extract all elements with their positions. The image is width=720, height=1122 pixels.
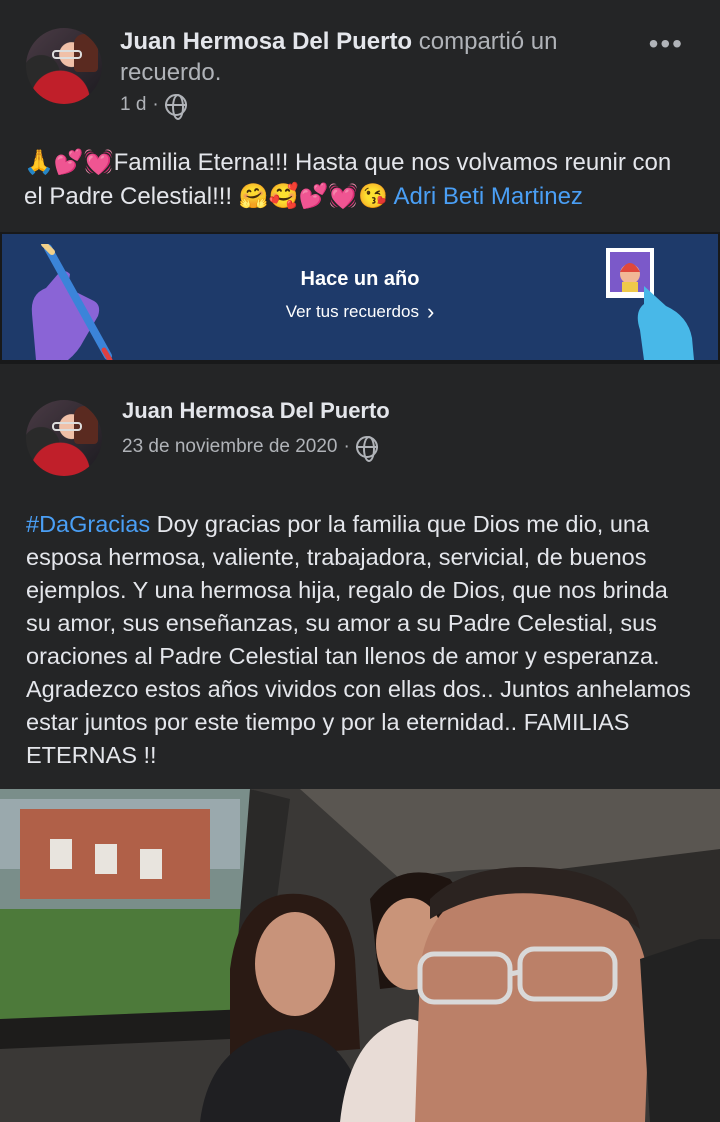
more-options-icon[interactable]: ••• xyxy=(649,28,684,60)
author-name[interactable]: Juan Hermosa Del Puerto xyxy=(122,398,390,424)
avatar[interactable] xyxy=(26,28,102,104)
meta-separator: · xyxy=(343,436,350,457)
post-body-text: Doy gracias por la familia que Dios me d… xyxy=(26,511,691,768)
post-body: #DaGracias Doy gracias por la familia qu… xyxy=(26,508,698,772)
globe-icon[interactable] xyxy=(355,436,378,462)
author-name[interactable]: Juan Hermosa Del Puerto xyxy=(120,28,412,55)
post-caption: 🙏💕💓Familia Eterna!!! Hasta que nos volva… xyxy=(24,146,696,214)
avatar-glasses xyxy=(52,422,82,431)
hand-photo-illustration xyxy=(606,248,694,360)
avatar-glasses xyxy=(52,50,82,59)
post-meta: 23 de noviembre de 2020 · xyxy=(122,436,378,462)
shared-post-card: Juan Hermosa Del Puerto compartió un rec… xyxy=(0,0,720,232)
meta-separator: · xyxy=(152,94,159,115)
memory-banner[interactable]: Hace un año Ver tus recuerdos › xyxy=(2,234,718,360)
post-photo[interactable] xyxy=(0,789,720,1122)
avatar[interactable] xyxy=(26,400,102,476)
globe-icon[interactable] xyxy=(164,94,187,120)
view-memories-label: Ver tus recuerdos xyxy=(285,302,419,321)
original-post-card: Juan Hermosa Del Puerto 23 de noviembre … xyxy=(0,364,720,1122)
post-meta: 1 d · xyxy=(120,94,187,120)
post-date[interactable]: 23 de noviembre de 2020 xyxy=(122,436,338,458)
post-time[interactable]: 1 d xyxy=(120,94,146,116)
post-header: Juan Hermosa Del Puerto compartió un rec… xyxy=(120,26,640,88)
chevron-right-icon: › xyxy=(426,299,435,324)
mention-link[interactable]: Adri Beti Martinez xyxy=(394,183,583,210)
hashtag-link[interactable]: #DaGracias xyxy=(26,511,150,537)
